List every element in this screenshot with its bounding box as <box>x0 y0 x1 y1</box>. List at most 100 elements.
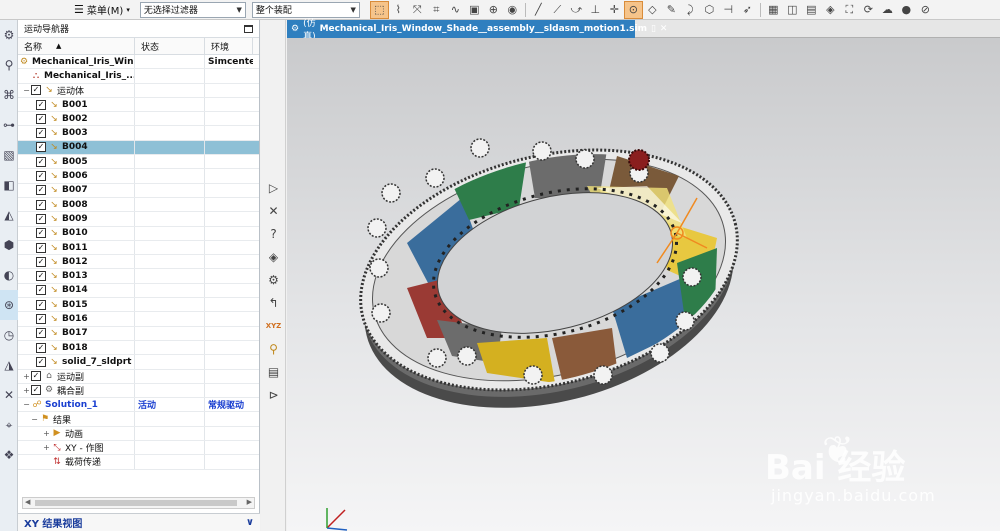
tree-row-root[interactable]: ⚙Mechanical_Iris_Win... Simcenter <box>18 55 259 70</box>
play-icon[interactable]: ▷ <box>264 178 283 197</box>
expand-icon[interactable]: + <box>42 443 51 452</box>
layout-icon[interactable]: ▤ <box>264 362 283 381</box>
cube-view-icon[interactable]: ◈ <box>264 247 283 266</box>
checkbox[interactable]: ✓ <box>36 199 46 210</box>
tree-row-load-transfer[interactable]: ⇅ 载荷传递 <box>18 455 259 470</box>
tab-motion-sim[interactable]: ⚙ (仿真) Mechanical_Iris_Window_Shade__ass… <box>287 19 667 42</box>
lasso-icon[interactable]: ⌇ <box>389 1 408 19</box>
xy-result-view-bar[interactable]: XY 结果视图 ∨ <box>18 513 260 531</box>
tree-row-body[interactable]: ✓ ↘ B014 <box>18 283 259 299</box>
system-materials-icon[interactable]: ⊛ <box>0 290 18 320</box>
tree-row-body[interactable]: ✓ ↘ B009 <box>18 212 259 227</box>
checkbox[interactable]: ✓ <box>36 313 46 324</box>
render-style-icon[interactable]: ☁ <box>878 1 897 19</box>
assembly-navigator-icon[interactable]: ⌘ <box>0 80 18 110</box>
tree-row-results[interactable]: − ⚑ 结果 <box>18 412 259 427</box>
view-box-icon[interactable]: ▤ <box>802 1 821 19</box>
motion-navigator-icon[interactable]: ⚲ <box>0 50 18 80</box>
checkbox[interactable]: ✓ <box>36 156 46 167</box>
tree-row-links[interactable]: − ✓ ↘ 运动体 <box>18 83 259 98</box>
collapse-icon[interactable]: − <box>22 86 31 95</box>
checkbox[interactable]: ✓ <box>36 228 46 239</box>
checkbox[interactable]: ✓ <box>36 328 46 339</box>
checkbox[interactable]: ✓ <box>36 299 46 310</box>
clock-icon[interactable]: ◷ <box>0 320 18 350</box>
step-forward-icon[interactable]: ⊳ <box>264 385 283 404</box>
tree-row-joints[interactable]: + ✓ ⌂ 运动副 <box>18 369 259 384</box>
hide-show-icon[interactable]: ⊘ <box>916 1 935 19</box>
constraint-navigator-icon[interactable]: ⊶ <box>0 110 18 140</box>
part-navigator-icon[interactable]: ▧ <box>0 140 18 170</box>
color-palette-icon[interactable]: ❖ <box>0 440 18 470</box>
roles-icon[interactable]: ⌖ <box>0 410 18 440</box>
tree-row-animation[interactable]: + ▶ 动画 <box>18 426 259 442</box>
settings-icon[interactable]: ⚙ <box>0 20 18 50</box>
rotate-view-icon[interactable]: ⟳ <box>859 1 878 19</box>
history-icon[interactable]: ◐ <box>0 260 18 290</box>
curve-rule-icon[interactable]: ∿ <box>446 1 465 19</box>
tree-row-body[interactable]: ✓ ↘ B002 <box>18 112 259 127</box>
scroll-right-icon[interactable]: ▶ <box>247 498 252 506</box>
tree-row-solution[interactable]: − ☍ Solution_1 活动 常规驱动 <box>18 398 259 413</box>
palette-icon[interactable]: ◮ <box>0 350 18 380</box>
expand-icon[interactable]: + <box>22 386 31 395</box>
close-icon[interactable]: ✕ <box>660 24 668 34</box>
tree-row-body[interactable]: ✓ ↘ B011 <box>18 240 259 256</box>
point-on-face-icon[interactable]: ⬡ <box>700 1 719 19</box>
tree-row-body[interactable]: ✓ ↘ B012 <box>18 255 259 270</box>
web-browser-icon[interactable]: ⬢ <box>0 230 18 260</box>
collapse-icon[interactable]: − <box>22 400 31 409</box>
checkbox[interactable]: ✓ <box>36 242 46 253</box>
material-sphere-icon[interactable]: ● <box>897 1 916 19</box>
face-rule-icon[interactable]: ▣ <box>465 1 484 19</box>
endpoint-icon[interactable]: ⟋ <box>548 1 567 19</box>
tree-row-body[interactable]: ✓ ↘ B003 <box>18 126 259 141</box>
tree-row-body[interactable]: ✓ ↘ B016 <box>18 312 259 327</box>
column-header-env[interactable]: 环境 <box>205 38 253 54</box>
hd3d-icon[interactable]: ◭ <box>0 200 18 230</box>
expand-icon[interactable]: + <box>22 372 31 381</box>
checkbox[interactable]: ✓ <box>36 256 46 267</box>
arc-icon[interactable]: ⤻ <box>567 1 586 19</box>
checkbox[interactable]: ✓ <box>36 142 46 153</box>
select-mode-icon[interactable]: ⬚ <box>369 0 389 19</box>
tree-row-couplers[interactable]: + ✓ ⚙ 耦合副 <box>18 383 259 399</box>
checkbox[interactable]: ✓ <box>31 371 41 382</box>
snap-on-icon[interactable]: ⊕ <box>484 1 503 19</box>
reuse-library-icon[interactable]: ◧ <box>0 170 18 200</box>
checkbox[interactable]: ✓ <box>36 285 46 296</box>
maximize-icon[interactable] <box>244 24 253 33</box>
checkbox[interactable]: ✓ <box>36 185 46 196</box>
selection-filter-dropdown[interactable]: 无选择过滤器 ▼ <box>139 1 246 18</box>
tree-row-body[interactable]: ✓ ↘ B018 <box>18 340 259 356</box>
motion-icon[interactable]: ⚙ <box>264 270 283 289</box>
quadrant-icon[interactable]: ◇ <box>643 1 662 19</box>
bisector-icon[interactable]: ⊣ <box>719 1 738 19</box>
snap-point-icon[interactable]: ◉ <box>503 1 522 19</box>
checkbox[interactable]: ✓ <box>36 113 46 124</box>
checkbox[interactable]: ✓ <box>31 85 41 96</box>
crosshair-icon[interactable]: ✛ <box>605 1 624 19</box>
center-point-icon[interactable]: ⊙ <box>623 0 643 19</box>
line-snap-icon[interactable]: ╱ <box>529 1 548 19</box>
checkbox[interactable]: ✓ <box>36 213 46 224</box>
intersection-icon[interactable]: ⊥ <box>586 1 605 19</box>
collapse-icon[interactable]: − <box>30 415 39 424</box>
checkbox[interactable]: ✓ <box>31 385 41 396</box>
help-icon[interactable]: ? <box>264 224 283 243</box>
scrollbar-thumb[interactable] <box>35 500 237 506</box>
checkbox[interactable]: ✓ <box>36 128 46 139</box>
tree-row-xy-plot[interactable]: + ⤡ XY - 作图 <box>18 441 259 456</box>
tree-row-body[interactable]: ✓ ↘ B006 <box>18 169 259 184</box>
tree-row-body[interactable]: ✓ ↘ B008 <box>18 197 259 213</box>
view-top-icon[interactable]: ◫ <box>783 1 802 19</box>
select-plus-icon[interactable]: ⤧ <box>408 1 427 19</box>
column-header-name[interactable]: 名称 ▲ <box>18 38 135 54</box>
shaded-cube-icon[interactable]: ◈ <box>821 1 840 19</box>
checkbox[interactable]: ✓ <box>36 342 46 353</box>
feature-select-icon[interactable]: ⌗ <box>427 1 446 19</box>
checkbox[interactable]: ✓ <box>36 99 46 110</box>
tree-row-body[interactable]: ✓ ↘ solid_7_sldprt <box>18 355 259 370</box>
tree-row-body[interactable]: ✓ ↘ B001 <box>18 97 259 113</box>
tools-icon[interactable]: ✕ <box>0 380 18 410</box>
